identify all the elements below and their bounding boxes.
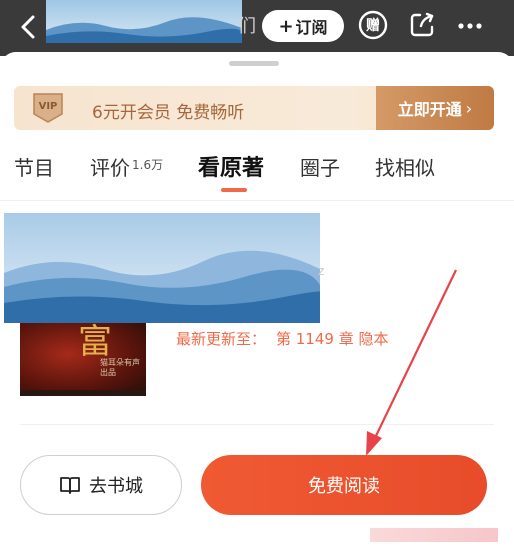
review-count: 1.6万 [132,158,164,172]
go-bookstore-label: 去书城 [89,476,143,497]
share-icon[interactable] [408,11,436,39]
latest-update-label: 最新更新至： [176,330,267,348]
plus-icon: + [278,15,294,37]
vip-banner[interactable]: VIP 6元开会员 免费畅听 立即开通 › [14,86,494,130]
drag-handle[interactable] [229,61,279,66]
tab-label: 节目 [14,156,54,180]
divider [0,200,514,201]
gift-icon[interactable]: 赠 [358,10,388,40]
vip-badge-text: VIP [39,101,58,112]
more-icon[interactable] [456,14,484,38]
top-bar: 们 + 订阅 赠 [0,0,514,56]
gift-glyph: 赠 [366,17,380,34]
back-icon[interactable] [16,14,42,40]
hidden-title-text: z [318,264,325,278]
vip-open-label: 立即开通 [397,100,462,119]
subscribe-label: 订阅 [295,18,328,37]
highlight-mark [370,528,498,542]
tab-label: 看原著 [198,156,265,181]
tab-label: 圈子 [300,156,340,180]
open-book-icon [60,477,80,494]
latest-update-value: 第 1149 章 隐本 [276,330,389,348]
subscribe-button[interactable]: + 订阅 [262,10,344,42]
tab-label: 找相似 [375,156,435,180]
tab-find-similar[interactable]: 找相似 [375,152,435,181]
landscape-image [4,213,320,323]
vip-open-button[interactable]: 立即开通 › [376,86,494,130]
tab-reviews[interactable]: 评价 1.6万 [90,152,163,181]
go-bookstore-button[interactable]: 去书城 [20,455,182,515]
active-tab-indicator [221,188,247,192]
tab-label: 评价 [90,156,130,180]
chevron-right-icon: › [465,98,473,118]
free-read-label: 免费阅读 [308,476,380,497]
tab-bar: 节目 评价 1.6万 看原著 圈子 找相似 [0,152,514,196]
cover-subtitle: 猫耳朵有声出品 [100,358,140,377]
vip-promo-text: 6元开会员 免费畅听 [92,103,245,123]
divider [20,424,494,425]
vip-badge-icon: VIP [33,93,63,123]
tab-circles[interactable]: 圈子 [300,152,340,181]
title-image [46,0,242,43]
tab-original-book[interactable]: 看原著 [198,150,264,182]
tab-episodes[interactable]: 节目 [14,152,54,181]
free-read-button[interactable]: 免费阅读 [201,455,487,515]
title-text: 们 [238,16,256,37]
